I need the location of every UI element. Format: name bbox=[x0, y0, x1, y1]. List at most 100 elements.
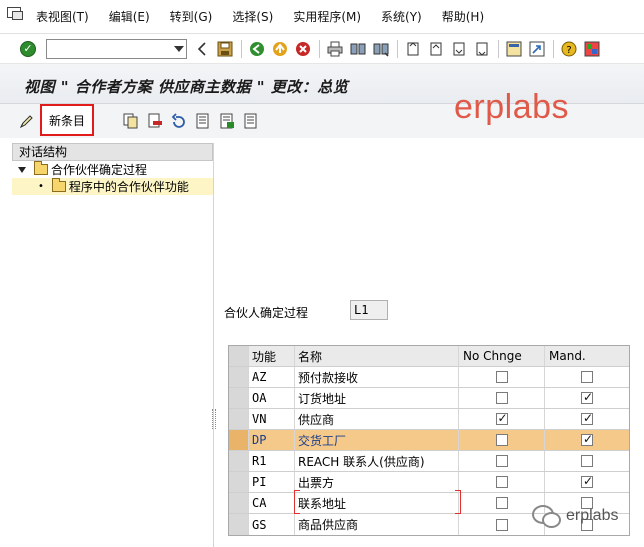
deselect-all-icon[interactable] bbox=[242, 112, 260, 130]
column-header-mandatory[interactable]: Mand. bbox=[545, 346, 629, 366]
row-selector[interactable] bbox=[229, 430, 249, 450]
pane-splitter[interactable] bbox=[212, 409, 216, 429]
toolbar-separator bbox=[319, 39, 320, 58]
row-selector[interactable] bbox=[229, 367, 249, 387]
cancel-icon[interactable] bbox=[294, 40, 312, 58]
no-change-cell bbox=[459, 367, 545, 387]
erplabs-watermark: erplabs bbox=[454, 88, 570, 126]
select-all-icon[interactable] bbox=[194, 112, 212, 130]
find-icon[interactable] bbox=[349, 40, 367, 58]
mandatory-cell bbox=[545, 451, 629, 471]
standard-toolbar: ✓ ? bbox=[0, 34, 644, 64]
table-row[interactable]: PI 出票方 bbox=[229, 472, 629, 493]
no-change-checkbox[interactable] bbox=[495, 411, 508, 425]
no-change-checkbox[interactable] bbox=[495, 497, 508, 509]
chevron-down-icon[interactable] bbox=[174, 45, 184, 52]
exit-icon[interactable] bbox=[271, 40, 289, 58]
no-change-cell bbox=[459, 430, 545, 450]
print-icon[interactable] bbox=[326, 40, 344, 58]
row-selector[interactable] bbox=[229, 472, 249, 492]
toolbar-separator bbox=[397, 39, 398, 58]
copy-icon[interactable] bbox=[122, 112, 140, 130]
window-menu-icon[interactable] bbox=[6, 6, 23, 20]
find-next-icon[interactable] bbox=[372, 40, 390, 58]
menu-utilities[interactable]: 实用程序(M) bbox=[293, 8, 361, 25]
no-change-checkbox[interactable] bbox=[495, 518, 508, 531]
enter-icon[interactable]: ✓ bbox=[19, 40, 37, 58]
function-name: 预付款接收 bbox=[295, 367, 459, 387]
no-change-checkbox[interactable] bbox=[495, 371, 508, 383]
mandatory-checkbox[interactable] bbox=[581, 390, 593, 404]
toolbar-separator bbox=[241, 39, 242, 58]
nav-item-partner-functions[interactable]: • 程序中的合作伙伴功能 bbox=[12, 178, 213, 195]
row-selector[interactable] bbox=[229, 451, 249, 471]
table-row[interactable]: VN 供应商 bbox=[229, 409, 629, 430]
nav-item-partner-determination[interactable]: 合作伙伴确定过程 bbox=[12, 161, 213, 178]
function-code[interactable]: CA bbox=[249, 493, 295, 513]
toolbar-separator bbox=[553, 39, 554, 58]
select-block-icon[interactable] bbox=[218, 112, 236, 130]
function-code[interactable]: OA bbox=[249, 388, 295, 408]
column-header-name[interactable]: 名称 bbox=[295, 346, 459, 366]
table-row-selected[interactable]: DP 交货工厂 bbox=[229, 430, 629, 451]
new-session-icon[interactable] bbox=[505, 40, 523, 58]
no-change-cell bbox=[459, 409, 545, 429]
mandatory-cell bbox=[545, 367, 629, 387]
function-code[interactable]: GS bbox=[249, 514, 295, 535]
mandatory-checkbox[interactable] bbox=[581, 455, 593, 467]
menu-table-view[interactable]: 表视图(T) bbox=[36, 8, 89, 25]
no-change-checkbox[interactable] bbox=[495, 434, 508, 446]
row-selector[interactable] bbox=[229, 493, 249, 513]
function-name: 订货地址 bbox=[295, 388, 459, 408]
row-selector[interactable] bbox=[229, 409, 249, 429]
no-change-checkbox[interactable] bbox=[495, 476, 508, 488]
page-title: 视图 " 合作者方案 供应商主数据 " 更改：总览 bbox=[24, 78, 349, 96]
expand-triangle-icon[interactable] bbox=[18, 166, 26, 173]
back-icon[interactable] bbox=[248, 40, 266, 58]
layout-icon[interactable] bbox=[583, 40, 601, 58]
first-page-icon[interactable] bbox=[404, 40, 422, 58]
save-icon[interactable] bbox=[216, 40, 234, 58]
new-entries-button[interactable]: 新条目 bbox=[40, 104, 94, 136]
column-header-no-change[interactable]: No Chnge bbox=[459, 346, 545, 366]
mandatory-cell bbox=[545, 409, 629, 429]
delete-icon[interactable] bbox=[146, 112, 164, 130]
no-change-checkbox[interactable] bbox=[495, 392, 508, 404]
shortcut-icon[interactable] bbox=[528, 40, 546, 58]
help-icon[interactable]: ? bbox=[560, 40, 578, 58]
function-code[interactable]: DP bbox=[249, 430, 295, 450]
menu-help[interactable]: 帮助(H) bbox=[442, 8, 484, 25]
svg-text:?: ? bbox=[566, 45, 571, 56]
mandatory-checkbox[interactable] bbox=[581, 432, 593, 446]
no-change-checkbox[interactable] bbox=[495, 455, 508, 467]
column-header-function[interactable]: 功能 bbox=[249, 346, 295, 366]
menu-goto[interactable]: 转到(G) bbox=[170, 8, 213, 25]
table-row[interactable]: R1 REACH 联系人(供应商) bbox=[229, 451, 629, 472]
mandatory-checkbox[interactable] bbox=[581, 474, 593, 488]
menu-edit[interactable]: 编辑(E) bbox=[109, 8, 150, 25]
next-page-icon[interactable] bbox=[450, 40, 468, 58]
function-name[interactable]: 联系地址 bbox=[295, 493, 459, 513]
change-display-icon[interactable] bbox=[18, 112, 36, 130]
table-row[interactable]: OA 订货地址 bbox=[229, 388, 629, 409]
undo-icon[interactable] bbox=[170, 112, 188, 130]
select-all-column[interactable] bbox=[229, 346, 249, 366]
mandatory-checkbox[interactable] bbox=[581, 371, 593, 383]
last-page-icon[interactable] bbox=[473, 40, 491, 58]
function-code[interactable]: R1 bbox=[249, 451, 295, 471]
table-row[interactable]: AZ 预付款接收 bbox=[229, 367, 629, 388]
edit-focus-bracket-left bbox=[294, 490, 300, 514]
row-selector[interactable] bbox=[229, 388, 249, 408]
function-code[interactable]: PI bbox=[249, 472, 295, 492]
menu-system[interactable]: 系统(Y) bbox=[381, 8, 422, 25]
menu-selection[interactable]: 选择(S) bbox=[232, 8, 273, 25]
command-field[interactable] bbox=[46, 38, 187, 59]
row-selector[interactable] bbox=[229, 514, 249, 535]
back-arrow-icon[interactable] bbox=[193, 40, 211, 58]
prev-page-icon[interactable] bbox=[427, 40, 445, 58]
mandatory-checkbox[interactable] bbox=[581, 411, 593, 425]
function-code[interactable]: VN bbox=[249, 409, 295, 429]
dialog-structure-header: 对话结构 bbox=[12, 143, 213, 161]
wechat-watermark: erplabs bbox=[532, 505, 618, 528]
function-code[interactable]: AZ bbox=[249, 367, 295, 387]
